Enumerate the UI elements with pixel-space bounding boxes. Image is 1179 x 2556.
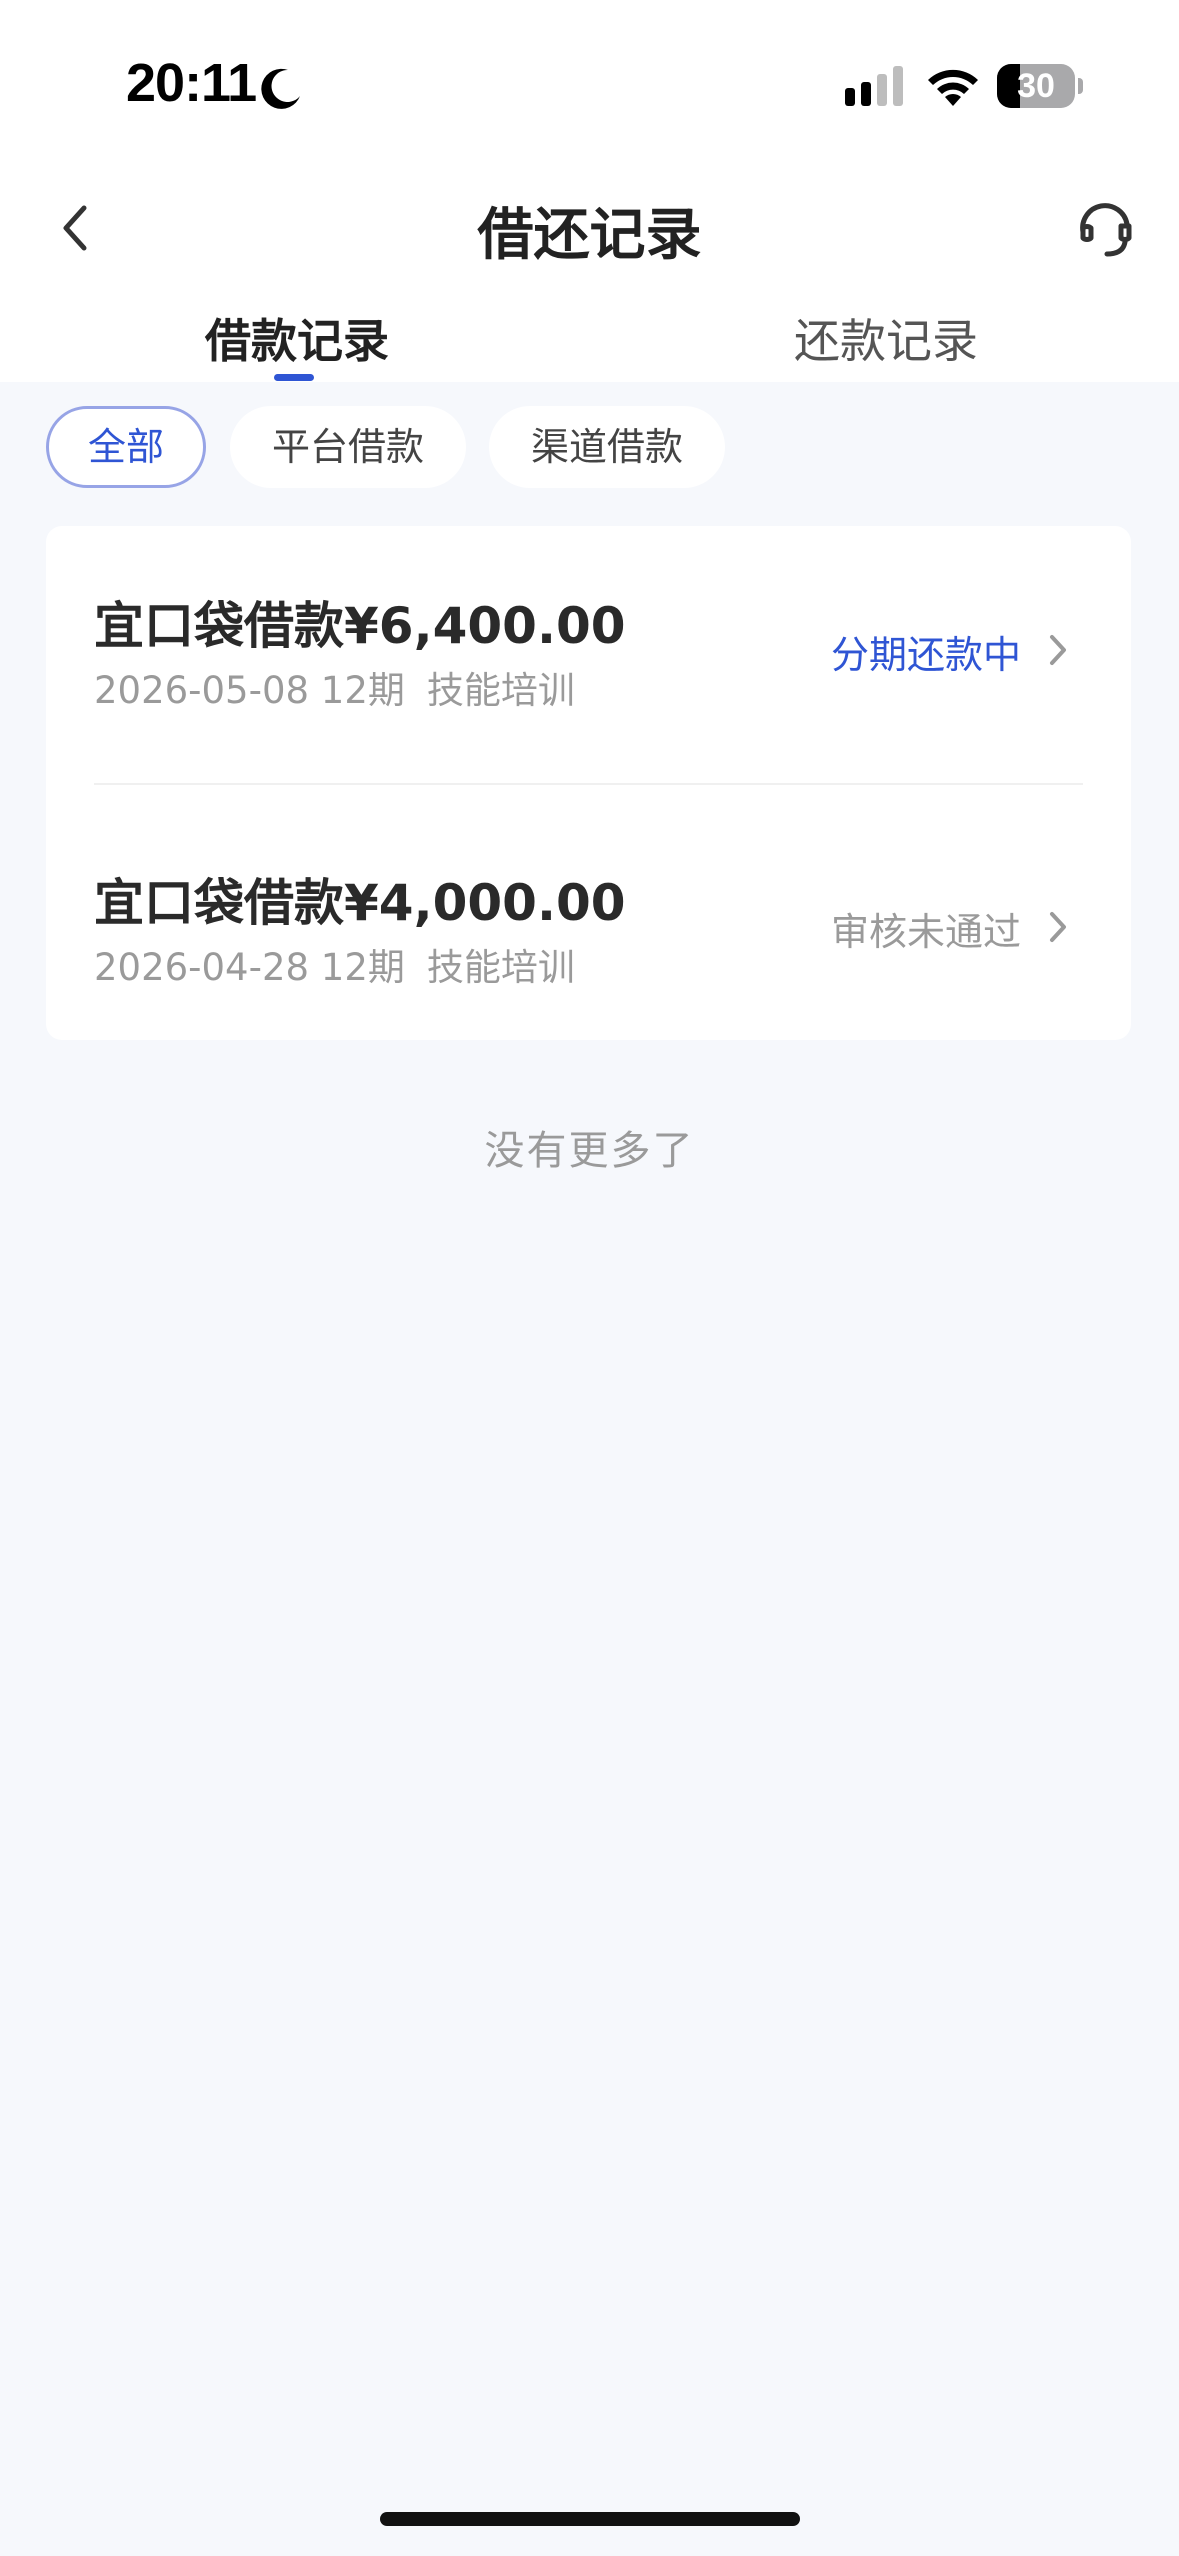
divider bbox=[94, 783, 1083, 785]
loan-list-item[interactable]: 宜口袋借款¥4,000.00 2026-04-28 12期 技能培训 审核未通过 bbox=[46, 783, 1131, 1040]
chevron-right-icon bbox=[1050, 635, 1066, 665]
loan-date: 2026-04-28 bbox=[94, 946, 310, 989]
tab-repayment-records[interactable]: 还款记录 bbox=[794, 305, 978, 371]
loan-purpose: 技能培训 bbox=[426, 669, 575, 712]
loan-term: 12期 bbox=[320, 946, 405, 989]
loan-purpose: 技能培训 bbox=[426, 946, 575, 989]
loan-term: 12期 bbox=[320, 669, 405, 712]
customer-service-headset-icon[interactable] bbox=[1075, 198, 1135, 258]
battery-level-text: 30 bbox=[1017, 67, 1055, 105]
loan-meta: 2026-05-08 12期 技能培训 bbox=[94, 660, 575, 714]
cellular-signal-icon bbox=[845, 66, 903, 106]
status-time: 20:11 bbox=[126, 53, 257, 113]
filter-chip-platform-loan[interactable]: 平台借款 bbox=[230, 406, 466, 488]
loan-meta: 2026-04-28 12期 技能培训 bbox=[94, 937, 575, 991]
filter-chip-channel-loan[interactable]: 渠道借款 bbox=[489, 406, 725, 488]
loan-list-card: 宜口袋借款¥6,400.00 2026-05-08 12期 技能培训 分期还款中 … bbox=[46, 526, 1131, 1040]
battery-indicator: 30 bbox=[997, 64, 1075, 108]
loan-list-item[interactable]: 宜口袋借款¥6,400.00 2026-05-08 12期 技能培训 分期还款中 bbox=[46, 526, 1131, 783]
chevron-right-icon bbox=[1050, 912, 1066, 942]
list-end-text: 没有更多了 bbox=[484, 1128, 695, 1174]
home-indicator[interactable] bbox=[380, 2512, 800, 2526]
wifi-icon bbox=[928, 69, 978, 106]
filter-chip-all[interactable]: 全部 bbox=[46, 406, 206, 488]
loan-status: 分期还款中 bbox=[830, 633, 1021, 677]
loan-status: 审核未通过 bbox=[830, 910, 1021, 954]
loan-date: 2026-05-08 bbox=[94, 669, 310, 712]
active-tab-indicator bbox=[274, 374, 314, 381]
tab-loan-records[interactable]: 借款记录 bbox=[205, 305, 389, 371]
page-title: 借还记录 bbox=[477, 203, 702, 268]
moon-icon bbox=[261, 68, 300, 109]
battery-cap bbox=[1078, 78, 1083, 94]
loan-title: 宜口袋借款¥4,000.00 bbox=[94, 874, 626, 932]
loan-title: 宜口袋借款¥6,400.00 bbox=[94, 597, 626, 655]
